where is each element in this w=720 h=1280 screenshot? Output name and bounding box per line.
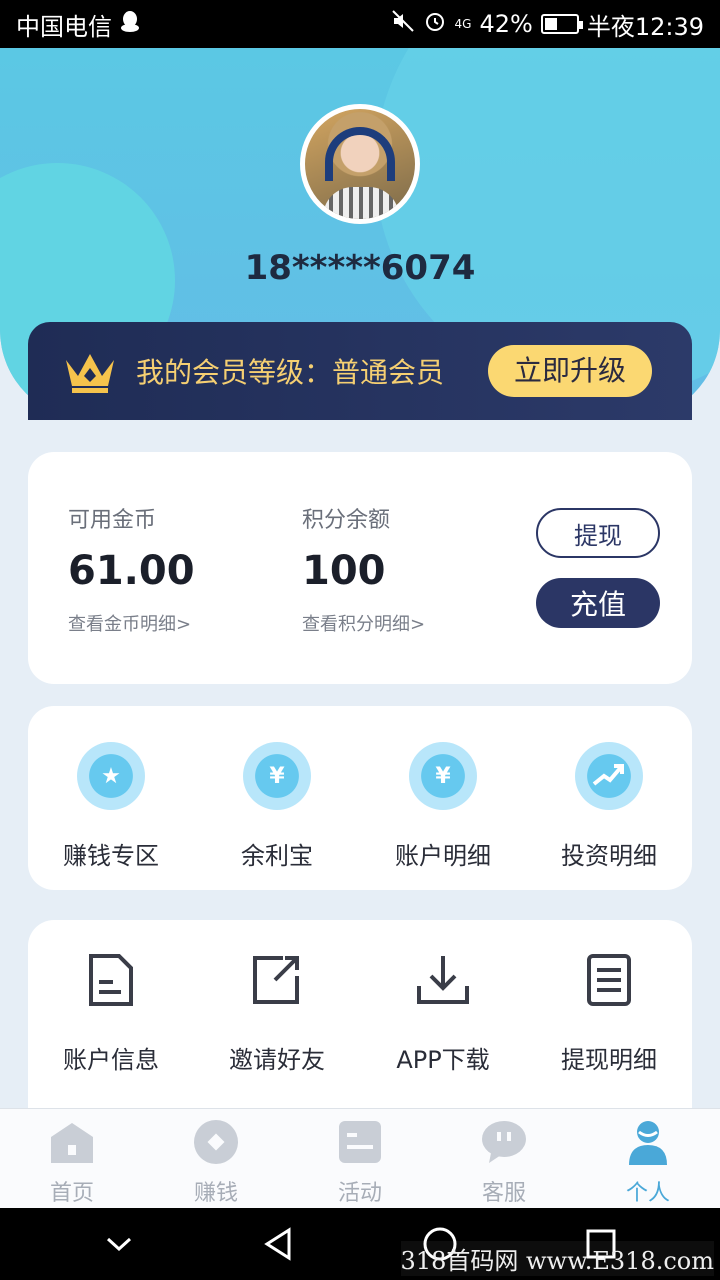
grid-item-label: 账户明细 — [395, 842, 491, 870]
watermark: 318首码网 www.E318.com — [400, 1241, 714, 1276]
chart-up-icon — [575, 742, 643, 810]
points-value: 100 — [302, 548, 386, 594]
crown-icon — [62, 348, 118, 394]
grid-item-label: 提现明细 — [561, 1046, 657, 1074]
share-icon — [253, 956, 299, 1004]
tab-label: 首页 — [49, 1181, 94, 1206]
coins-detail-link[interactable]: 查看金币明细> — [68, 610, 195, 636]
tab-label: 个人 — [625, 1181, 670, 1206]
tools-card: 账户信息 邀请好友 APP下载 提现明细 — [28, 920, 692, 1140]
points-detail-link[interactable]: 查看积分明细> — [302, 610, 425, 636]
grid-item-label: 邀请好友 — [229, 1046, 325, 1074]
grid-item-label: 账户信息 — [63, 1046, 159, 1074]
yen-doc-icon: ¥ — [409, 742, 477, 810]
document-icon — [89, 954, 133, 1006]
member-level-bar: 我的会员等级：普通会员 立即升级 — [28, 322, 692, 420]
qq-icon — [120, 10, 140, 38]
tab-label: 活动 — [337, 1181, 382, 1206]
mute-icon — [391, 9, 415, 39]
chevron-down-icon[interactable] — [104, 1229, 134, 1259]
carrier-name: 中国电信 — [16, 12, 112, 41]
grid-item-label: APP下载 — [396, 1046, 490, 1074]
list-doc-icon — [587, 954, 631, 1006]
grid-item-account-info[interactable]: 账户信息 — [28, 950, 194, 1075]
home-icon — [51, 1123, 93, 1163]
grid-item-yulibao[interactable]: ¥ 余利宝 — [194, 742, 360, 871]
coins-section: 可用金币 61.00 查看金币明细> — [68, 502, 195, 636]
grid-item-app-download[interactable]: APP下载 — [360, 950, 526, 1075]
tab-activity[interactable]: 活动 — [288, 1109, 432, 1208]
tab-label: 客服 — [481, 1181, 526, 1206]
grid-item-investment-detail[interactable]: 投资明细 — [526, 742, 692, 871]
battery-icon — [540, 14, 583, 34]
tab-label: 赚钱 — [193, 1181, 238, 1206]
services-card: ★ 赚钱专区 ¥ 余利宝 ¥ 账户明细 投资明细 — [28, 706, 692, 890]
ticket-star-icon: ★ — [77, 742, 145, 810]
system-nav-bar: 318首码网 www.E318.com — [0, 1208, 720, 1280]
tab-earn[interactable]: 赚钱 — [144, 1109, 288, 1208]
bottom-tab-bar: 首页 赚钱 活动 客服 个人 — [0, 1108, 720, 1208]
avatar[interactable] — [300, 104, 420, 224]
grid-item-earn-zone[interactable]: ★ 赚钱专区 — [28, 742, 194, 871]
activity-icon — [339, 1121, 381, 1163]
coins-label: 可用金币 — [68, 508, 157, 533]
coin-icon — [194, 1120, 238, 1164]
grid-item-label: 投资明细 — [561, 842, 657, 870]
grid-item-withdraw-detail[interactable]: 提现明细 — [526, 950, 692, 1075]
clock: 半夜12:39 — [586, 12, 704, 41]
points-section: 积分余额 100 查看积分明细> — [302, 502, 425, 636]
person-icon — [629, 1121, 667, 1165]
upgrade-button[interactable]: 立即升级 — [487, 345, 652, 397]
chat-icon — [482, 1121, 526, 1163]
grid-item-invite-friends[interactable]: 邀请好友 — [194, 950, 360, 1075]
grid-item-label: 余利宝 — [241, 842, 313, 870]
signal-icon: 4G — [454, 17, 472, 31]
points-label: 积分余额 — [302, 508, 391, 533]
download-icon — [417, 956, 469, 1004]
alarm-icon — [423, 9, 447, 39]
tab-service[interactable]: 客服 — [432, 1109, 576, 1208]
status-bar: 中国电信 4G 42% 半夜12:39 — [0, 0, 720, 48]
member-level-label: 我的会员等级：普通会员 — [136, 356, 445, 389]
tab-home[interactable]: 首页 — [0, 1109, 144, 1208]
grid-item-account-detail[interactable]: ¥ 账户明细 — [360, 742, 526, 871]
withdraw-button[interactable]: 提现 — [536, 508, 660, 558]
balance-card: 可用金币 61.00 查看金币明细> 积分余额 100 查看积分明细> 提现 充… — [28, 452, 692, 684]
battery-percent: 42% — [479, 10, 533, 38]
coins-value: 61.00 — [68, 548, 195, 594]
user-phone: 18*****6074 — [244, 248, 476, 288]
tab-profile[interactable]: 个人 — [576, 1109, 720, 1208]
grid-item-label: 赚钱专区 — [63, 842, 159, 870]
back-icon[interactable] — [261, 1227, 295, 1261]
recharge-button[interactable]: 充值 — [536, 578, 660, 628]
house-yen-icon: ¥ — [243, 742, 311, 810]
